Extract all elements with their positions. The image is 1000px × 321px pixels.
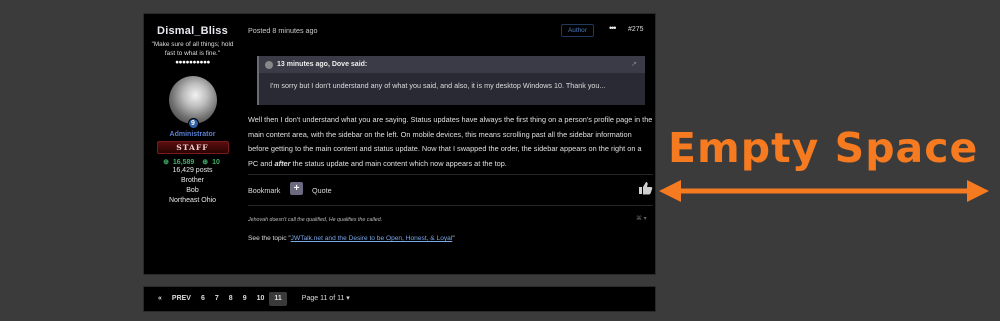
quote-attribution[interactable]: 13 minutes ago, Dove said: <box>277 61 367 68</box>
posted-time[interactable]: Posted 8 minutes ago <box>248 26 318 35</box>
role-label: Administrator <box>169 131 216 138</box>
rank-badge: 9 <box>187 118 199 129</box>
reputation-secondary: ⊕ 10 <box>202 159 220 166</box>
page-link[interactable]: 6 <box>196 292 210 306</box>
quote-link-icon[interactable]: ↗ <box>631 60 637 68</box>
pagination: « PREV 6 7 8 9 10 11 Page 11 of 11 ▾ <box>143 286 656 312</box>
multiquote-button[interactable]: + <box>290 182 303 195</box>
topic-link[interactable]: JWTalk.net and the Desire to be Open, Ho… <box>291 235 453 242</box>
author-tagline: "Make sure of all things; hold fast to w… <box>151 41 234 57</box>
quote-block: 13 minutes ago, Dove said: ↗ I'm sorry b… <box>257 56 645 105</box>
post-actions: Bookmark + Quote <box>248 182 653 198</box>
post-body: Posted 8 minutes ago Author ••• #275 13 … <box>248 14 653 274</box>
quote-text: I'm sorry but I don't understand any of … <box>270 81 606 90</box>
bookmark-button[interactable]: Bookmark <box>248 186 280 195</box>
avatar[interactable]: 9 <box>168 76 217 129</box>
author-location: Northeast Ohio <box>168 197 217 204</box>
page-link[interactable]: 10 <box>252 292 270 306</box>
page-link[interactable]: 9 <box>238 292 252 306</box>
quote-header: 13 minutes ago, Dove said: ↗ <box>259 56 645 73</box>
reputation-stats: ⊕ 16,589 ⊕ 10 <box>144 158 241 166</box>
prev-page-button[interactable]: PREV <box>167 292 196 306</box>
author-badge: Author <box>561 24 594 37</box>
quote-collapse-icon[interactable] <box>265 60 273 69</box>
staff-badge: STAFF <box>156 141 229 154</box>
more-options-icon[interactable]: ••• <box>609 23 617 33</box>
signature-options-icon[interactable]: ⌘ ▾ <box>636 215 647 222</box>
rating-dots: ●●●●●●●●●● <box>175 59 210 66</box>
author-name[interactable]: Dismal_Bliss <box>144 25 241 37</box>
first-page-button[interactable]: « <box>153 292 167 306</box>
author-panel: Dismal_Bliss "Make sure of all things; h… <box>144 14 241 206</box>
double-arrow-annotation <box>659 180 989 202</box>
topic-reference: See the topic "JWTalk.net and the Desire… <box>248 235 455 242</box>
page-link[interactable]: 8 <box>224 292 238 306</box>
emphasis-after: after <box>274 158 291 168</box>
post-card: Dismal_Bliss "Make sure of all things; h… <box>143 13 656 275</box>
divider <box>248 205 653 206</box>
empty-space-annotation: Empty Space <box>668 124 979 172</box>
current-page[interactable]: 11 <box>269 292 287 306</box>
page-link[interactable]: 7 <box>210 292 224 306</box>
post-count: 16,429 posts <box>172 167 213 174</box>
page-jump-dropdown[interactable]: Page 11 of 11 ▾ <box>297 292 355 306</box>
post-number[interactable]: #275 <box>628 26 644 33</box>
reputation-count: ⊕ 16,589 <box>163 159 195 166</box>
author-title: Brother <box>181 177 204 184</box>
quote-button[interactable]: Quote <box>312 186 332 195</box>
thumbs-up-icon[interactable] <box>637 180 653 196</box>
divider <box>248 174 653 175</box>
signature: Jehovah doesn't call the qualified, He q… <box>248 217 383 223</box>
post-content: Well then I don't understand what you ar… <box>248 115 653 168</box>
author-first-name: Bob <box>186 187 199 194</box>
